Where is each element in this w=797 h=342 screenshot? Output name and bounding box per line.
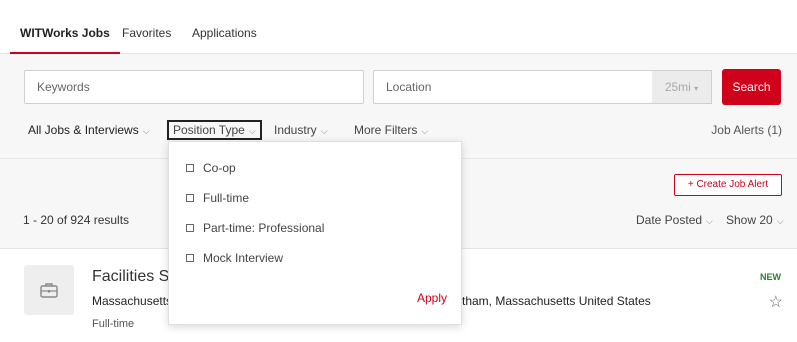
top-tab-bar: WITWorks Jobs Favorites Applications: [0, 0, 797, 54]
job-employer: Massachusetts: [92, 294, 173, 308]
industry-filter[interactable]: Industry ⌵: [274, 118, 328, 142]
all-jobs-label: All Jobs & Interviews: [28, 123, 139, 137]
chevron-down-icon: ⌵: [706, 216, 713, 226]
option-label: Mock Interview: [203, 251, 284, 265]
job-alerts-link[interactable]: Job Alerts (1): [711, 118, 782, 142]
briefcase-icon: [40, 283, 58, 298]
position-type-label: Position Type: [173, 123, 245, 137]
apply-button[interactable]: Apply: [417, 291, 447, 305]
star-icon[interactable]: ☆: [769, 292, 783, 312]
chevron-down-icon: ⌵: [320, 126, 328, 136]
option-label: Part-time: Professional: [203, 221, 325, 235]
search-button[interactable]: Search: [722, 69, 781, 105]
chevron-down-icon: ⌵: [421, 126, 429, 136]
results-count: 1 - 20 of 924 results: [23, 213, 130, 227]
keywords-input[interactable]: Keywords: [24, 70, 364, 104]
job-title[interactable]: Facilities Se: [92, 268, 178, 286]
option-label: Full-time: [203, 191, 250, 205]
chevron-down-icon: ⌵: [142, 126, 150, 136]
position-type-dropdown: Co-op Full-time Part-time: Professional …: [168, 141, 462, 325]
employer-logo: [24, 265, 74, 315]
industry-label: Industry: [274, 123, 317, 137]
tab-witworks-jobs[interactable]: WITWorks Jobs: [10, 0, 120, 54]
create-job-alert-button[interactable]: + Create Job Alert: [674, 174, 782, 196]
dropdown-option-co-op[interactable]: Co-op: [186, 160, 236, 176]
checkbox[interactable]: [186, 194, 194, 202]
more-filters-filter[interactable]: More Filters ⌵: [354, 118, 428, 142]
checkbox[interactable]: [186, 224, 194, 232]
sort-select[interactable]: Date Posted ⌵: [636, 212, 713, 229]
radius-value: 25mi: [664, 80, 691, 94]
checkbox[interactable]: [186, 164, 194, 172]
chevron-down-icon: ▾: [694, 84, 699, 93]
more-filters-label: More Filters: [354, 123, 418, 137]
job-location: tham, Massachusetts United States: [462, 294, 651, 308]
chevron-down-icon: ⌵: [776, 216, 784, 226]
tab-favorites[interactable]: Favorites: [122, 0, 171, 54]
option-label: Co-op: [203, 161, 236, 175]
radius-select[interactable]: 25mi ▾: [652, 70, 712, 104]
page-size-select[interactable]: Show 20 ⌵: [726, 212, 784, 229]
tab-applications[interactable]: Applications: [192, 0, 257, 54]
page-size-label: Show 20: [726, 213, 773, 227]
checkbox[interactable]: [186, 254, 194, 262]
all-jobs-filter[interactable]: All Jobs & Interviews ⌵: [28, 118, 150, 142]
sort-label: Date Posted: [636, 213, 703, 227]
position-type-filter[interactable]: Position Type ⌵: [167, 120, 262, 140]
location-input[interactable]: Location: [373, 70, 653, 104]
chevron-down-icon: ⌵: [248, 126, 256, 136]
new-badge: NEW: [760, 272, 781, 282]
dropdown-option-full-time[interactable]: Full-time: [186, 190, 249, 206]
job-type: Full-time: [92, 318, 135, 330]
dropdown-option-part-time[interactable]: Part-time: Professional: [186, 220, 324, 236]
dropdown-option-mock-interview[interactable]: Mock Interview: [186, 250, 283, 266]
